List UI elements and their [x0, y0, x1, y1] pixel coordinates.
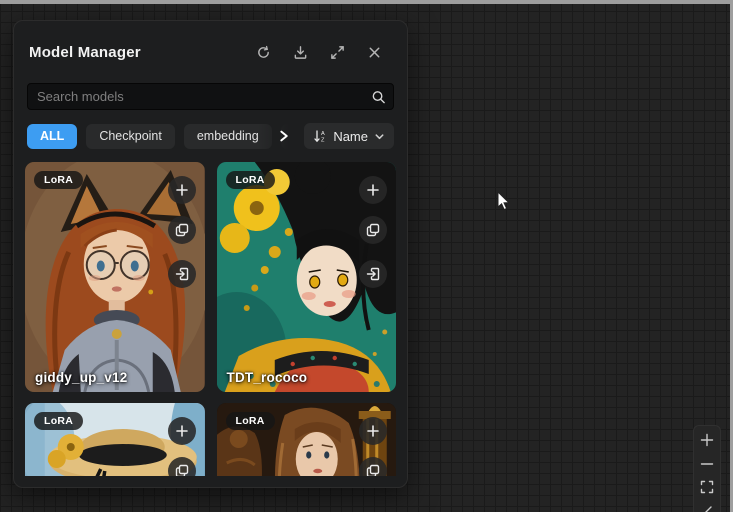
filter-chip-embedding[interactable]: embedding [184, 124, 272, 149]
model-card-tdt-rococo[interactable]: LoRA TDT_rococo [217, 162, 397, 392]
plus-icon[interactable] [168, 417, 196, 445]
plus-icon[interactable] [359, 176, 387, 204]
plus-icon[interactable] [168, 176, 196, 204]
search-row [27, 83, 394, 110]
svg-text:Z: Z [321, 137, 325, 143]
panel-header-actions [255, 45, 382, 61]
sort-dropdown[interactable]: A Z Name [304, 123, 394, 149]
sort-label: Name [333, 129, 368, 144]
filter-chips: ALL Checkpoint embedding Hyper [27, 124, 296, 149]
chevron-down-icon [374, 131, 385, 142]
sort-alpha-icon: A Z [313, 129, 327, 143]
model-type-badge: LoRA [226, 412, 275, 430]
zoom-in-icon[interactable] [695, 430, 719, 451]
plus-icon[interactable] [359, 417, 387, 445]
filter-chip-all[interactable]: ALL [27, 124, 77, 149]
card-actions [168, 417, 196, 476]
extra-tool-icon[interactable] [695, 501, 719, 512]
model-type-badge: LoRA [226, 171, 275, 189]
model-type-badge: LoRA [34, 171, 83, 189]
copy-icon[interactable] [359, 457, 387, 476]
search-input[interactable] [27, 83, 394, 110]
panel-header: Model Manager [29, 40, 392, 65]
zoom-out-icon[interactable] [695, 454, 719, 475]
mouse-cursor [497, 192, 511, 217]
import-icon[interactable] [359, 260, 387, 288]
card-actions [359, 417, 387, 476]
model-list-viewport[interactable]: LoRA giddy_up_v12 [25, 162, 396, 476]
svg-text:A: A [321, 131, 325, 137]
close-icon[interactable] [366, 45, 382, 61]
chevron-right-icon[interactable] [277, 130, 290, 143]
model-card-3[interactable]: LoRA [25, 403, 205, 476]
copy-icon[interactable] [168, 216, 196, 244]
copy-icon[interactable] [359, 216, 387, 244]
model-card-giddy-up-v12[interactable]: LoRA giddy_up_v12 [25, 162, 205, 392]
fit-view-icon[interactable] [695, 477, 719, 498]
model-name: TDT_rococo [227, 370, 308, 385]
card-actions [359, 176, 387, 288]
copy-icon[interactable] [168, 457, 196, 476]
model-grid: LoRA giddy_up_v12 [25, 162, 396, 476]
canvas-zoom-toolbar [693, 425, 721, 512]
expand-icon[interactable] [329, 45, 345, 61]
filter-row: ALL Checkpoint embedding Hyper A Z Name [27, 123, 394, 149]
refresh-icon[interactable] [255, 45, 271, 61]
card-actions [168, 176, 196, 288]
filter-chip-checkpoint[interactable]: Checkpoint [86, 124, 175, 149]
model-manager-panel: Model Manager [13, 20, 408, 488]
download-icon[interactable] [292, 45, 308, 61]
window-border-top [0, 0, 733, 4]
search-icon [371, 89, 386, 104]
model-card-4[interactable]: LoRA [217, 403, 397, 476]
model-name: giddy_up_v12 [35, 370, 127, 385]
import-icon[interactable] [168, 260, 196, 288]
model-type-badge: LoRA [34, 412, 83, 430]
panel-title: Model Manager [29, 44, 141, 61]
